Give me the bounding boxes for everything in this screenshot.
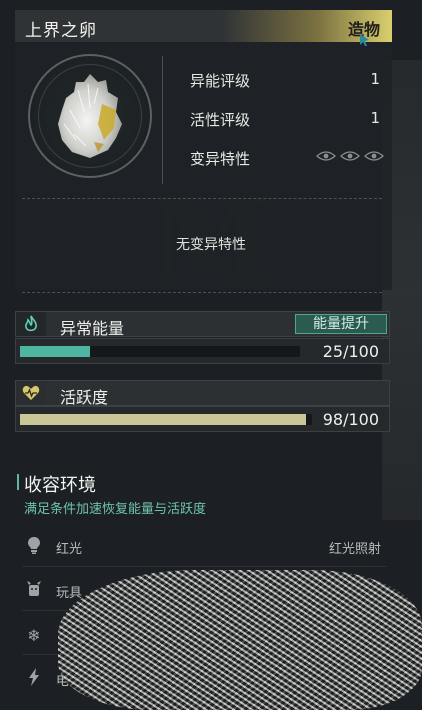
lightbulb-icon bbox=[22, 536, 46, 560]
stat-ability-rating: 异能评级 1 bbox=[190, 70, 390, 90]
env-row-red-light: 红光 红光照射 bbox=[22, 534, 387, 562]
env-row-label: 红光 bbox=[56, 542, 83, 557]
energy-header: 异常能量 能量提升 bbox=[15, 311, 390, 338]
energy-icon-box bbox=[16, 312, 46, 336]
energy-track bbox=[20, 346, 300, 357]
energy-fill bbox=[20, 346, 90, 357]
stat-activity-rating: 活性评级 1 bbox=[190, 109, 390, 129]
no-trait-text: 无变异特性 bbox=[176, 237, 246, 253]
activity-fill bbox=[20, 414, 307, 425]
cursor-icon bbox=[360, 34, 369, 46]
env-subtitle: 满足条件加速恢复能量与活跃度 bbox=[24, 502, 207, 517]
creature-header: 上界之卵 造物 bbox=[15, 10, 392, 46]
stat-value: 1 bbox=[370, 109, 380, 127]
egg-icon bbox=[58, 74, 122, 158]
activity-icon-box bbox=[16, 381, 46, 405]
activity-bar: 98/100 bbox=[15, 406, 390, 432]
stat-value: 1 bbox=[370, 70, 380, 88]
creature-portrait[interactable] bbox=[28, 54, 152, 178]
mutation-slots bbox=[316, 150, 384, 162]
portrait-divider bbox=[162, 56, 163, 184]
env-separator bbox=[22, 566, 387, 567]
energy-label: 异常能量 bbox=[60, 319, 125, 338]
activity-label: 活跃度 bbox=[60, 388, 109, 407]
stat-label: 变异特性 bbox=[190, 150, 251, 168]
trait-divider-top bbox=[22, 198, 382, 199]
eye-icon bbox=[316, 151, 336, 161]
energy-bar: 25/100 bbox=[15, 338, 390, 364]
trait-divider-bottom bbox=[22, 292, 382, 293]
snowflake-icon: ❄ bbox=[27, 626, 41, 645]
activity-track bbox=[20, 414, 312, 425]
stat-label: 活性评级 bbox=[190, 111, 251, 129]
activity-header: 活跃度 bbox=[15, 380, 390, 407]
static-noise-overlay bbox=[58, 570, 422, 710]
eye-icon bbox=[340, 151, 360, 161]
env-row-value: 红光照射 bbox=[328, 542, 381, 557]
lightning-icon bbox=[22, 668, 46, 692]
heart-pulse-icon bbox=[22, 385, 40, 400]
env-title-accent bbox=[17, 474, 19, 490]
toy-icon bbox=[22, 580, 46, 604]
stat-label: 异能评级 bbox=[190, 72, 251, 90]
energy-boost-button[interactable]: 能量提升 bbox=[295, 314, 387, 334]
energy-value: 25/100 bbox=[322, 342, 379, 361]
env-title: 收容环境 bbox=[24, 475, 96, 496]
env-row-label: 玩具 bbox=[56, 586, 83, 601]
activity-value: 98/100 bbox=[322, 410, 379, 429]
creature-title: 上界之卵 bbox=[25, 21, 97, 41]
flame-icon bbox=[25, 315, 37, 332]
eye-icon bbox=[364, 151, 384, 161]
stat-mutation-trait[interactable]: 变异特性 bbox=[190, 148, 390, 168]
